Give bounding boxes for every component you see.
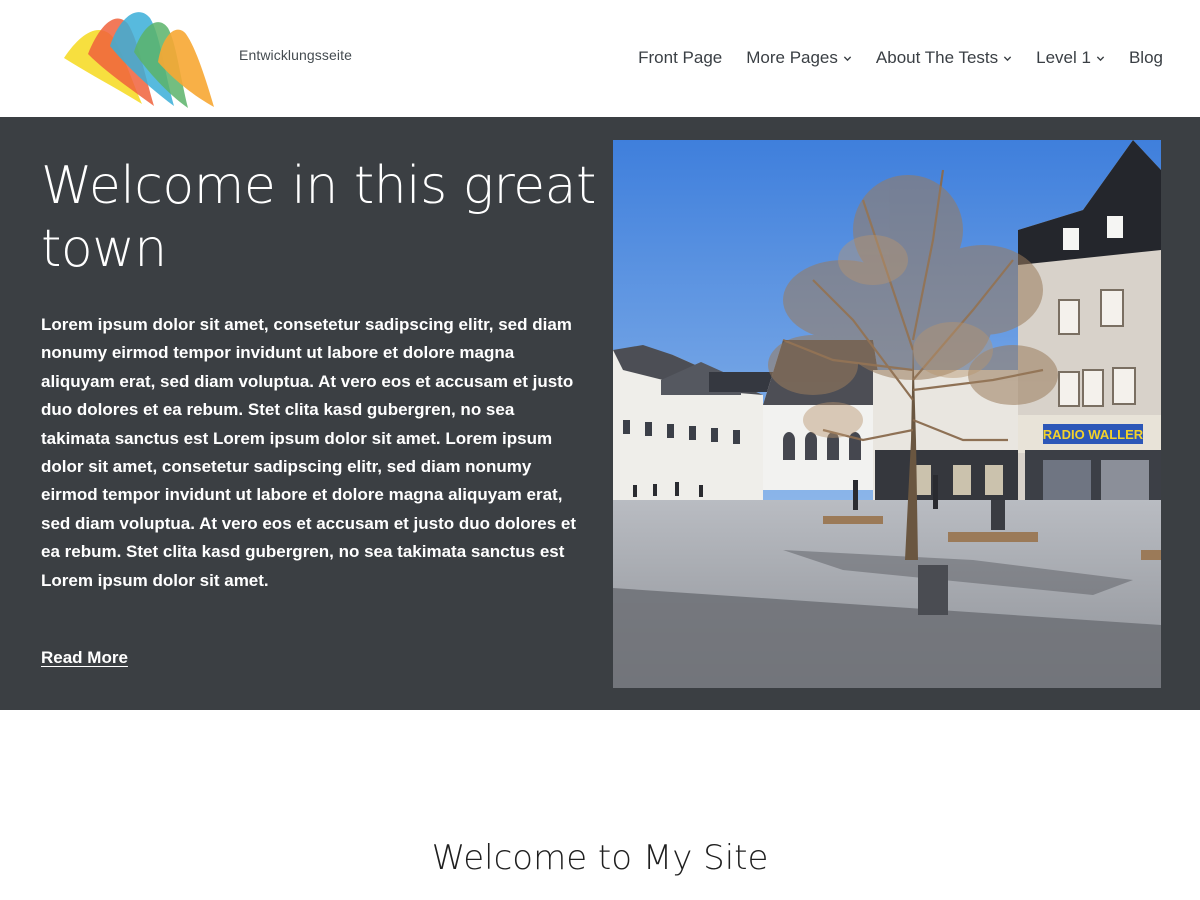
chevron-down-icon[interactable] bbox=[1096, 54, 1105, 63]
nav-item-label: Front Page bbox=[638, 48, 723, 67]
nav-item-about-the-tests[interactable]: About The Tests bbox=[876, 45, 1012, 71]
nav-item-label: Blog bbox=[1128, 48, 1163, 67]
welcome-heading: Welcome to My Site bbox=[431, 838, 769, 878]
nav-item-label: About The Tests bbox=[875, 48, 999, 67]
town-square-photo: RADIO WALLER bbox=[613, 140, 1161, 688]
hero-body-text: Lorem ipsum dolor sit amet, consetetur s… bbox=[41, 315, 576, 590]
colorful-waves-logo-icon bbox=[64, 12, 214, 108]
nav-item-label: Level 1 bbox=[1036, 48, 1091, 67]
nav-item-front-page[interactable]: Front Page bbox=[638, 45, 722, 71]
nav-item-label: More Pages bbox=[746, 48, 838, 67]
site-header: Entwicklungsseite Front Page More Pages … bbox=[0, 0, 1200, 117]
read-more-link[interactable]: Read More bbox=[41, 648, 128, 668]
hero-title: Welcome in this great town bbox=[41, 156, 596, 279]
shop-sign-text: RADIO WALLER bbox=[1043, 427, 1144, 442]
main-navigation: Front Page More Pages About The Tests Le… bbox=[638, 45, 1163, 71]
chevron-down-icon[interactable] bbox=[843, 54, 852, 63]
site-logo[interactable] bbox=[60, 6, 220, 110]
site-tagline: Entwicklungsseite bbox=[239, 47, 352, 63]
hero-section: Welcome in this great town Lorem ipsum d… bbox=[0, 117, 1200, 710]
nav-item-more-pages[interactable]: More Pages bbox=[746, 45, 852, 71]
chevron-down-icon[interactable] bbox=[1003, 54, 1012, 63]
nav-item-blog[interactable]: Blog bbox=[1129, 45, 1163, 71]
nav-item-level-1[interactable]: Level 1 bbox=[1036, 45, 1105, 71]
